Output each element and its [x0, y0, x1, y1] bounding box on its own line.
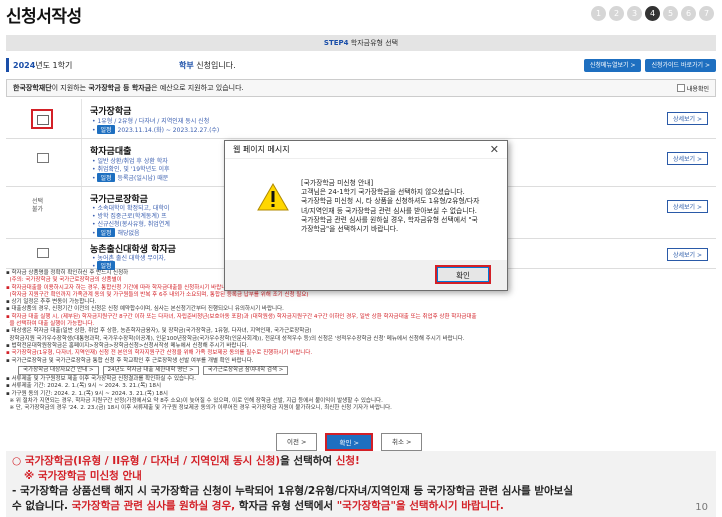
dialog-message-line: 국가장학금 미신청 시, 타 상품을 신청하셔도 1유형/2유형/다자 [301, 197, 480, 206]
close-icon[interactable]: ✕ [490, 143, 499, 156]
page-title: 신청서작성 [6, 7, 82, 27]
note-line: ▪ 서류제출 기간: 2024. 2. 1.(목) 9시 ~ 2024. 3. … [6, 383, 162, 390]
dialog-message-line: 가장학금"을 선택하시기 바랍니다. [301, 225, 399, 234]
notice-bar: 한국장학재단 이 지원하는 국가장학금 등 학자금 은 예산으로 지원하고 있습니다… [6, 79, 716, 97]
web-page-message-dialog: 웹 페이지 메시지 ✕ [국가장학금 미신청 안내] 고객님은 24-1학기 국가… [224, 140, 508, 291]
note-line: ▪ 국가근로장학금 및 국가근로장학금 통합 신청 후 학교확인 후 근로장학생… [6, 357, 254, 364]
confirm-button[interactable]: 확인 > [325, 433, 373, 451]
list-item: 국가장학금 • 1유형 / 2유형 / 다자녀 / 지역인재 동시 신청 • 일… [6, 99, 716, 139]
prev-button[interactable]: 이전 > [276, 433, 318, 451]
step-2: 2 [609, 6, 624, 21]
notice-bold: 국가장학금 등 학자금 [88, 84, 152, 92]
work-college-search-link[interactable]: 국가근로장학금 참여대학 검색 > [202, 365, 289, 376]
note-line: ※ 단, 국가장학금의 경우 '24. 2. 23.(금) 18시 이후 서류제… [9, 405, 392, 412]
instruction-caption: ○ 국가장학금(I유형 / II유형 / 다자녀 / 지역인재 동시 신청)을 … [6, 451, 716, 517]
warning-icon [257, 182, 289, 215]
cancel-button[interactable]: 취소 > [380, 433, 423, 451]
step-4: 4 [645, 6, 660, 21]
product-desc: • 취업확인, 및 '19학년도 이후 [92, 166, 170, 173]
notes-section: ▪ 학자금 상품명을 정확히 확인하신 후 반드시 신청하 (주의: 국가장학금… [6, 270, 716, 413]
product-period: • 일정 등록금(일시납) 때문 [92, 173, 169, 182]
dialog-message-line: 국가장학금 관련 심사를 원하실 경우, 학자금유형 선택에서 "국 [301, 215, 478, 224]
loan-checkbox[interactable] [37, 153, 49, 163]
note-line: ▪ 대출상품의 경우, 신청기간 이전의 신청은 신청 예약합수이며, 심사는 … [6, 306, 284, 313]
note-line: ▪ 대상생은 학자금 대출(일반 상환, 취업 후 상환, 농촌학자금융자), … [6, 328, 312, 335]
dialog-message: [국가장학금 미신청 안내] 고객님은 24-1학기 국가장학금을 선택하지 않으… [301, 179, 501, 234]
select-unavailable: 선택 불가 [32, 198, 44, 213]
restricted-list-link[interactable]: 24년도 학자금 대출 제한대학 명단 > [102, 365, 199, 376]
dialog-ok-button[interactable]: 확인 [435, 265, 491, 284]
note-line: 장학금지원 국가우수장학생(대통령과학, 국가우수장학(이공계), 인문100년… [9, 335, 465, 342]
detail-button[interactable]: 상세보기 > [666, 248, 708, 261]
eligibility-link[interactable]: 국가장학금 대상자요건 안내 > [18, 365, 99, 376]
menu-button[interactable]: 신청메뉴열보기 > [583, 58, 642, 72]
caption-line-3: - 국가장학금 상품선택 해지 시 국가장학금 신청이 누락되어 1유형/2유형… [12, 485, 573, 497]
year: 2024 [13, 60, 36, 70]
detail-button[interactable]: 상세보기 > [666, 152, 708, 165]
rural-loan-checkbox[interactable] [37, 248, 49, 258]
dialog-message-line: [국가장학금 미신청 안내] [301, 179, 374, 187]
product-desc: • 신규신청(봉사유형, 취업연계 [92, 221, 170, 228]
step-6: 6 [681, 6, 696, 21]
caption-line-2: ※ 국가장학금 미신청 안내 [24, 470, 142, 482]
product-period: • 일정 해당없음 [92, 228, 140, 237]
note-links: 국가장학금 대상자요건 안내 > 24년도 학자금 대출 제한대학 명단 > 국… [18, 365, 716, 376]
step-1: 1 [591, 6, 606, 21]
dialog-message-line: 녀/지역인재 등 국가장학금 관련 심사를 받아보실 수 없습니다. [301, 206, 477, 215]
step-number: STEP4 [323, 39, 349, 47]
level-text: 학부 신청입니다. [179, 60, 236, 70]
year-row: 2024 년도 1학기 학부 신청입니다. 신청메뉴열보기 > 신청가이드 바로가… [6, 58, 716, 72]
page-number: 10 [695, 502, 708, 513]
caption-line-1: ○ 국가장학금(I유형 / II유형 / 다자녀 / 지역인재 동시 신청)을 … [12, 455, 360, 467]
content-confirm-check[interactable]: 내용확인 [676, 84, 709, 93]
step-indicator: 1234567 [591, 6, 714, 21]
guide-button[interactable]: 신청가이드 바로가기 > [645, 58, 716, 72]
step-bar: STEP4 학자금유형 선택 [6, 35, 716, 51]
step-7: 7 [699, 6, 714, 21]
product-period: • 일정 2023.11.14.(화) ~ 2023.12.27.(수) [92, 125, 220, 134]
product-period: • 일정 [92, 261, 118, 270]
dialog-title: 웹 페이지 메시지 [225, 141, 507, 159]
year-suffix: 년도 1학기 [35, 60, 73, 70]
national-scholarship-checkbox[interactable] [31, 109, 53, 129]
notice-prefix: 한국장학재단 [13, 84, 52, 92]
product-desc: • 1유형 / 2유형 / 다자녀 / 지역인재 동시 신청 [92, 118, 210, 125]
caption-line-4: 수 없습니다. 국가장학금 관련 심사를 원하실 경우, 학자금 유형 선택에서… [12, 500, 504, 512]
step-3: 3 [627, 6, 642, 21]
note-line: ▪ 국가장학금(1유형, 다자녀, 지역인재) 신청 전 본인의 학자지원구간 … [6, 350, 313, 357]
detail-button[interactable]: 상세보기 > [666, 200, 708, 213]
step-5: 5 [663, 6, 678, 21]
form-buttons: 이전 > 확인 > 취소 > [276, 433, 423, 451]
dialog-footer: 확인 [225, 260, 507, 290]
note-line: ▪ 학자금 대출 실행 시, (제부된) 학자금지원구간 8구간 이하 또는 다… [6, 313, 477, 320]
notice-suffix: 은 예산으로 지원하고 있습니다. [151, 84, 244, 92]
note-line: (학자금 지원구간 확인까지 가족관계 동의 및 가구원들의 반복 후 6주 내… [9, 291, 309, 298]
notice-mid: 이 지원하는 [51, 84, 87, 92]
note-line: ▪ 가구원 동의 기간: 2024. 2. 1.(목) 9시 ~ 2024. 3… [6, 390, 168, 397]
step-label: 학자금유형 선택 [350, 39, 399, 47]
checkbox-icon[interactable] [676, 84, 685, 92]
detail-button[interactable]: 상세보기 > [666, 112, 708, 125]
